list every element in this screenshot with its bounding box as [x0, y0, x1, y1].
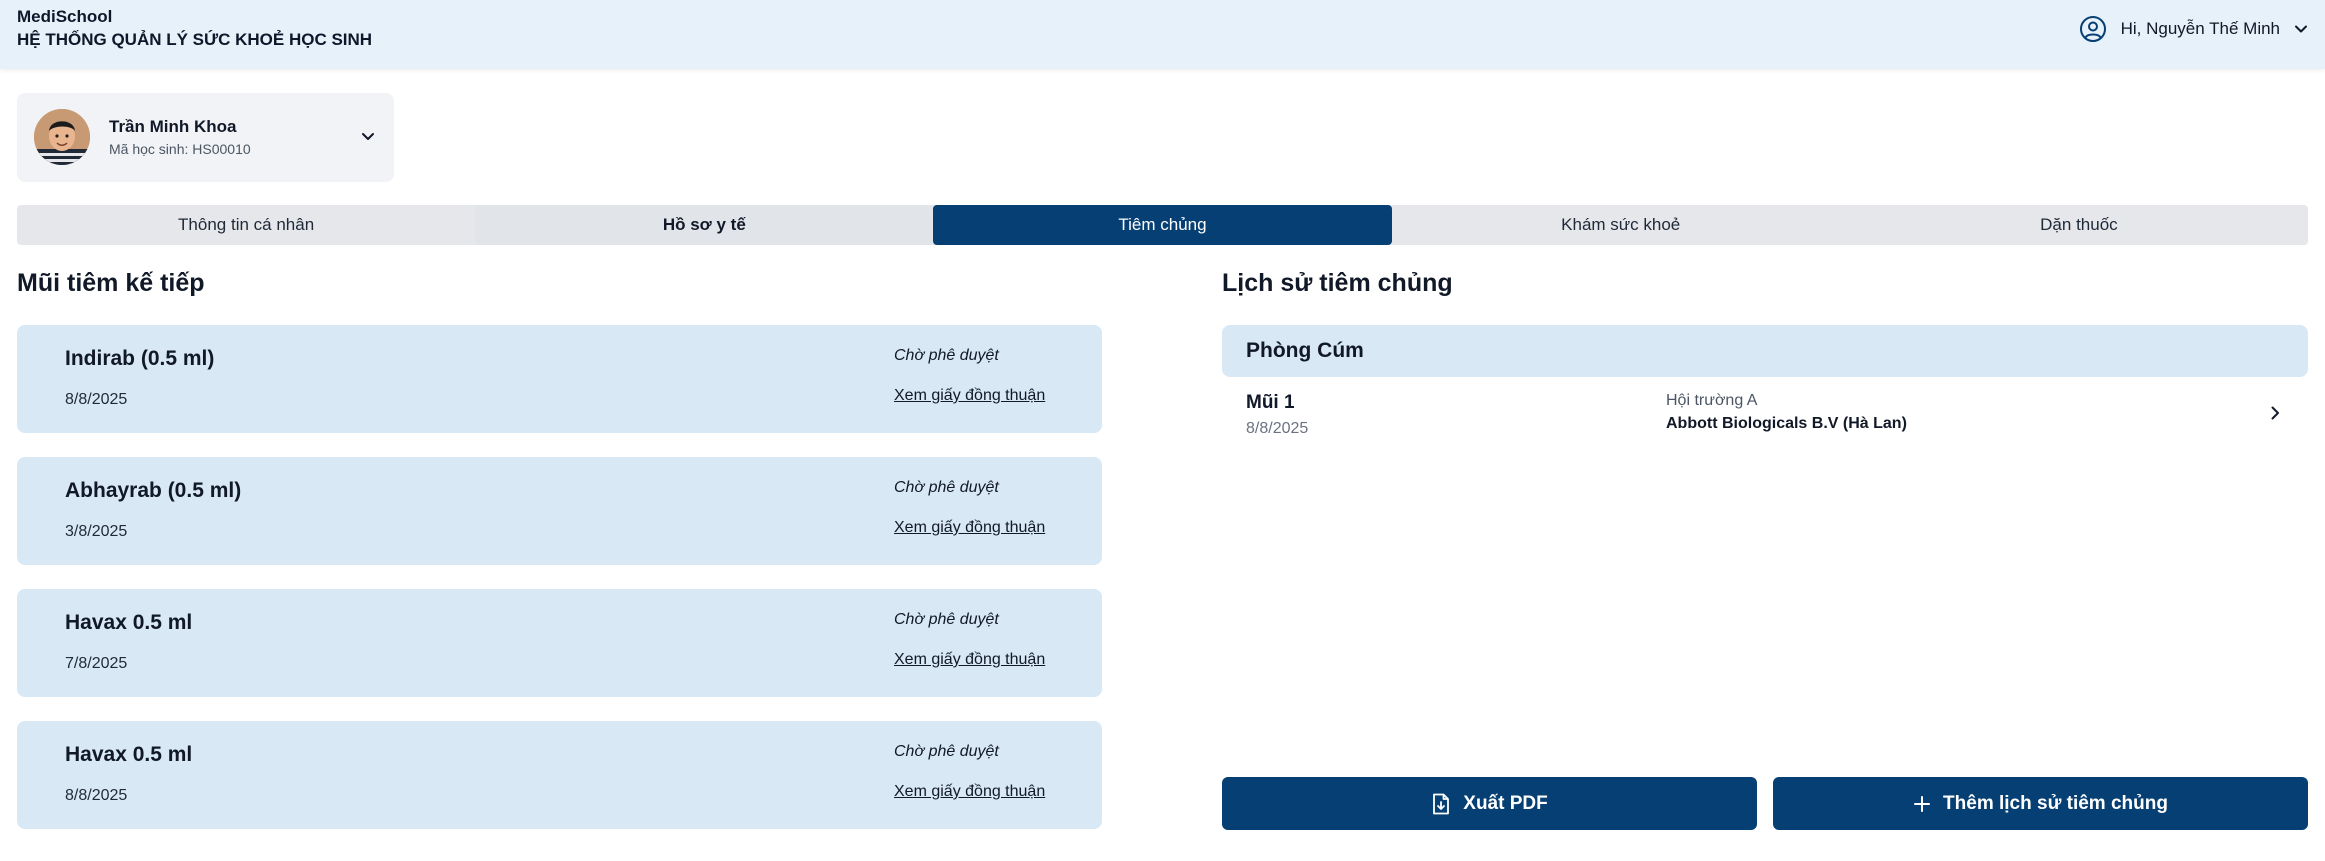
- history-group-header: Phòng Cúm: [1222, 325, 2308, 377]
- brand-subtitle: HỆ THỐNG QUẢN LÝ SỨC KHOẺ HỌC SINH: [17, 30, 373, 49]
- view-consent-link[interactable]: Xem giấy đồng thuận: [894, 651, 1045, 669]
- student-avatar: [34, 109, 90, 165]
- vaccine-date: 8/8/2025: [65, 787, 128, 804]
- vaccine-date: 7/8/2025: [65, 655, 128, 672]
- plus-icon: [1913, 795, 1931, 813]
- dose-location: Hội trường A: [1666, 392, 1758, 409]
- history-title: Lịch sử tiêm chủng: [1222, 269, 1453, 297]
- dose-date: 8/8/2025: [1246, 420, 1309, 437]
- vaccine-card: Abhayrab (0.5 ml) 3/8/2025 Chờ phê duyệt…: [17, 457, 1102, 565]
- view-consent-link[interactable]: Xem giấy đồng thuận: [894, 783, 1045, 801]
- chevron-down-icon: [2294, 22, 2308, 36]
- vaccine-name: Indirab (0.5 ml): [65, 347, 215, 370]
- student-selector[interactable]: Trần Minh Khoa Mã học sinh: HS00010: [17, 93, 394, 182]
- approval-status: Chờ phê duyệt: [894, 611, 999, 628]
- view-consent-link[interactable]: Xem giấy đồng thuận: [894, 387, 1045, 405]
- tab-medical-record[interactable]: Hồ sơ y tế: [475, 205, 934, 245]
- brand-name: MediSchool: [17, 7, 113, 26]
- tab-medication[interactable]: Dặn thuốc: [1850, 205, 2308, 245]
- view-consent-link[interactable]: Xem giấy đồng thuận: [894, 519, 1045, 537]
- vaccine-card: Havax 0.5 ml 7/8/2025 Chờ phê duyệt Xem …: [17, 589, 1102, 697]
- vaccine-date: 3/8/2025: [65, 523, 128, 540]
- dose-label: Mũi 1: [1246, 392, 1295, 413]
- student-name: Trần Minh Khoa: [109, 117, 237, 136]
- vaccine-card: Havax 0.5 ml 8/8/2025 Chờ phê duyệt Xem …: [17, 721, 1102, 829]
- vaccine-date: 8/8/2025: [65, 391, 128, 408]
- tab-vaccination[interactable]: Tiêm chủng: [933, 205, 1392, 245]
- tab-health-checkup[interactable]: Khám sức khoẻ: [1392, 205, 1850, 245]
- user-circle-icon: [2079, 15, 2107, 43]
- profile-tabs: Thông tin cá nhân Hồ sơ y tế Tiêm chủng …: [17, 205, 2308, 245]
- chevron-down-icon: [359, 127, 377, 145]
- approval-status: Chờ phê duyệt: [894, 479, 999, 496]
- student-code: Mã học sinh: HS00010: [109, 141, 251, 157]
- vaccine-name: Abhayrab (0.5 ml): [65, 479, 242, 502]
- export-pdf-button[interactable]: Xuất PDF: [1222, 777, 1757, 830]
- vaccine-name: Havax 0.5 ml: [65, 611, 193, 634]
- vaccine-name: Havax 0.5 ml: [65, 743, 193, 766]
- dose-manufacturer: Abbott Biologicals B.V (Hà Lan): [1666, 415, 1907, 432]
- export-pdf-label: Xuất PDF: [1463, 792, 1548, 814]
- vaccine-card: Indirab (0.5 ml) 8/8/2025 Chờ phê duyệt …: [17, 325, 1102, 433]
- approval-status: Chờ phê duyệt: [894, 743, 999, 760]
- add-history-button[interactable]: Thêm lịch sử tiêm chủng: [1773, 777, 2308, 830]
- top-header: MediSchool HỆ THỐNG QUẢN LÝ SỨC KHOẺ HỌC…: [0, 0, 2325, 69]
- upcoming-title: Mũi tiêm kế tiếp: [17, 269, 205, 297]
- add-history-label: Thêm lịch sử tiêm chủng: [1943, 792, 2168, 814]
- file-download-icon: [1431, 793, 1451, 815]
- user-menu[interactable]: Hi, Nguyễn Thế Minh: [2079, 14, 2308, 44]
- user-greeting: Hi, Nguyễn Thế Minh: [2120, 19, 2280, 38]
- approval-status: Chờ phê duyệt: [894, 347, 999, 364]
- chevron-right-icon: [2266, 404, 2284, 422]
- history-group-name: Phòng Cúm: [1246, 339, 1364, 362]
- history-dose-row[interactable]: Mũi 1 8/8/2025 Hội trường A Abbott Biolo…: [1222, 385, 2308, 443]
- tab-personal-info[interactable]: Thông tin cá nhân: [17, 205, 475, 245]
